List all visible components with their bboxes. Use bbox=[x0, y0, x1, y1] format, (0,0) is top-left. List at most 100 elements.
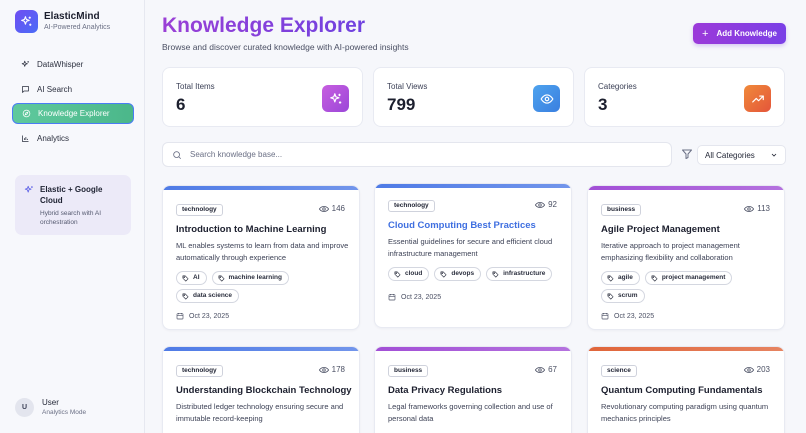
eye-icon bbox=[533, 85, 560, 112]
sidebar-item-label: Analytics bbox=[37, 133, 70, 143]
category-badge: technology bbox=[176, 204, 223, 216]
knowledge-card[interactable]: technology 146 Introduction to Machine Lea… bbox=[162, 185, 360, 330]
brand-subtitle: AI-Powered Analytics bbox=[44, 23, 111, 31]
page-title: Knowledge Explorer bbox=[162, 12, 365, 40]
category-badge: business bbox=[388, 365, 429, 377]
category-badge: science bbox=[601, 365, 637, 377]
view-count-value: 67 bbox=[548, 365, 557, 374]
view-count: 146 bbox=[318, 204, 345, 213]
add-knowledge-button[interactable]: + Add Knowledge bbox=[693, 23, 786, 44]
tag-icon bbox=[182, 293, 189, 299]
eye-icon bbox=[535, 366, 546, 373]
promo-card: Elastic + Google Cloud Hybrid search wit… bbox=[15, 175, 131, 235]
card-description: Revolutionary computing paradigm using q… bbox=[601, 402, 769, 423]
view-count-value: 113 bbox=[757, 204, 770, 213]
card-title[interactable]: Agile Project Management bbox=[601, 224, 720, 235]
card-date: Oct 23, 2025 bbox=[388, 293, 441, 301]
view-count-value: 203 bbox=[756, 365, 770, 374]
tag[interactable]: devops bbox=[434, 267, 482, 281]
stat-value: 799 bbox=[387, 95, 416, 114]
stat-label: Total Items bbox=[176, 82, 215, 91]
tag-label: AI bbox=[193, 274, 200, 281]
card-title[interactable]: Understanding Blockchain Technology bbox=[176, 385, 352, 396]
user-profile[interactable]: U User Analytics Mode bbox=[15, 398, 86, 417]
tag[interactable]: infrastructure bbox=[486, 267, 553, 281]
search-bar[interactable] bbox=[162, 142, 672, 167]
eye-icon bbox=[744, 205, 755, 212]
card-date: Oct 23, 2025 bbox=[176, 312, 229, 320]
sidebar: ElasticMind AI-Powered Analytics DataWhi… bbox=[0, 0, 145, 433]
sidebar-item-knowledge-explorer[interactable]: Knowledge Explorer bbox=[12, 103, 134, 124]
category-badge: technology bbox=[388, 200, 435, 212]
trending-up-icon bbox=[744, 85, 771, 112]
avatar: U bbox=[15, 398, 34, 417]
tag-icon bbox=[182, 275, 189, 281]
sparkle-icon bbox=[24, 185, 33, 193]
tag[interactable]: agile bbox=[601, 271, 640, 285]
eye-icon bbox=[318, 205, 329, 212]
user-role: Analytics Mode bbox=[42, 409, 87, 416]
eye-icon bbox=[743, 366, 754, 373]
compass-icon bbox=[22, 109, 31, 118]
stat-card-categories: Categories 3 bbox=[584, 67, 785, 127]
view-count: 178 bbox=[318, 365, 345, 374]
tag-label: scrum bbox=[618, 292, 638, 299]
promo-title: Elastic + Google Cloud bbox=[40, 185, 103, 205]
category-select-value: All Categories bbox=[705, 150, 755, 160]
card-title[interactable]: Quantum Computing Fundamentals bbox=[601, 385, 763, 396]
knowledge-card[interactable]: science 203 Quantum Computing Fundamentals… bbox=[587, 346, 785, 433]
card-description: Essential guidelines for secure and effi… bbox=[388, 237, 553, 258]
tag[interactable]: project management bbox=[644, 271, 733, 285]
stat-value: 6 bbox=[176, 95, 186, 114]
tag-label: machine learning bbox=[228, 274, 282, 281]
tag-list: agile project management scrum bbox=[601, 271, 776, 303]
sidebar-item-datawhisper[interactable]: DataWhisper bbox=[12, 54, 134, 75]
category-badge: technology bbox=[176, 365, 223, 377]
tag[interactable]: cloud bbox=[388, 267, 430, 281]
card-title[interactable]: Cloud Computing Best Practices bbox=[388, 220, 536, 231]
tag[interactable]: machine learning bbox=[211, 271, 289, 285]
search-icon bbox=[173, 150, 182, 159]
knowledge-card[interactable]: business 113 Agile Project Management Itera… bbox=[587, 185, 785, 330]
card-accent-bar bbox=[375, 347, 571, 351]
card-title[interactable]: Introduction to Machine Learning bbox=[176, 224, 326, 235]
stat-label: Total Views bbox=[387, 82, 428, 91]
sidebar-item-analytics[interactable]: Analytics bbox=[12, 128, 134, 149]
card-accent-bar bbox=[588, 186, 784, 190]
tag-list: AI machine learning data science bbox=[176, 271, 351, 303]
stat-card-total-items: Total Items 6 bbox=[162, 67, 363, 127]
tag-label: data science bbox=[193, 292, 233, 299]
chat-icon bbox=[22, 85, 29, 93]
sparkle-icon bbox=[322, 85, 349, 112]
view-count: 113 bbox=[744, 204, 770, 213]
tag-label: devops bbox=[451, 270, 475, 277]
brand[interactable]: ElasticMind AI-Powered Analytics bbox=[15, 10, 110, 33]
bar-chart-icon bbox=[22, 135, 29, 142]
calendar-icon bbox=[601, 313, 609, 320]
tag-list: cloud devops infrastructure bbox=[388, 267, 563, 281]
knowledge-card[interactable]: technology 178 Understanding Blockchain Te… bbox=[162, 346, 360, 433]
tag-icon bbox=[218, 275, 224, 281]
tag[interactable]: data science bbox=[176, 289, 240, 303]
tag-label: project management bbox=[661, 274, 726, 281]
search-input[interactable] bbox=[190, 150, 650, 159]
card-date: Oct 23, 2025 bbox=[601, 312, 654, 320]
sidebar-item-ai-search[interactable]: AI Search bbox=[12, 79, 134, 100]
sidebar-item-label: AI Search bbox=[37, 84, 73, 94]
chevron-down-icon bbox=[771, 153, 777, 157]
filter-icon[interactable] bbox=[681, 148, 693, 160]
card-description: Iterative approach to project management… bbox=[601, 241, 740, 262]
tag-label: agile bbox=[618, 274, 633, 281]
tag[interactable]: scrum bbox=[601, 289, 645, 303]
knowledge-card[interactable]: business 67 Data Privacy Regulations Legal … bbox=[374, 346, 572, 433]
main-content: Knowledge Explorer Browse and discover c… bbox=[145, 0, 806, 433]
view-count: 203 bbox=[743, 365, 770, 374]
card-description: ML enables systems to learn from data an… bbox=[176, 241, 349, 262]
view-count-value: 92 bbox=[548, 200, 557, 209]
tag-label: cloud bbox=[405, 270, 423, 277]
tag[interactable]: AI bbox=[176, 271, 207, 285]
category-select[interactable]: All Categories bbox=[697, 145, 786, 165]
plus-icon: + bbox=[702, 27, 709, 40]
knowledge-card[interactable]: technology 92 Cloud Computing Best Practic… bbox=[374, 183, 572, 328]
card-title[interactable]: Data Privacy Regulations bbox=[388, 385, 502, 396]
